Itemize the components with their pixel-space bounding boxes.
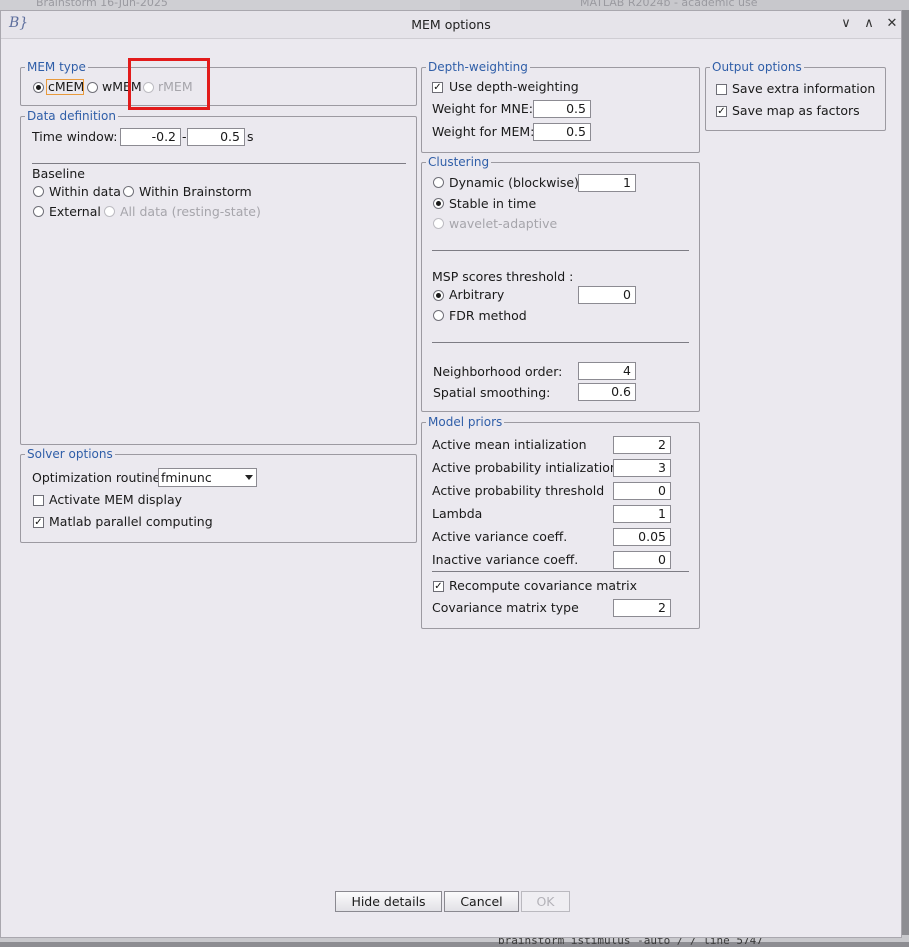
prior-field[interactable]: 0.05 [613,528,671,546]
data-definition-title: Data definition [25,109,118,123]
title-bar: B} MEM options ∨ ∧ ✕ [1,11,901,39]
prior-field[interactable]: 0 [613,482,671,500]
prior-field[interactable]: 1 [613,505,671,523]
model-priors-title: Model priors [426,415,505,429]
within-data-radio[interactable] [33,186,44,197]
weight-mem-label: Weight for MEM: [432,124,535,139]
chevron-down-icon [245,475,253,480]
covariance-type-field[interactable]: 2 [613,599,671,617]
spatial-smoothing-field[interactable]: 0.6 [578,383,636,401]
dynamic-blockwise-label[interactable]: Dynamic (blockwise) [449,175,579,191]
use-depth-weighting-label[interactable]: Use depth-weighting [449,79,579,95]
recompute-covariance-label[interactable]: Recompute covariance matrix [449,578,637,594]
external-label[interactable]: External [49,204,101,220]
mem-options-window: B} MEM options ∨ ∧ ✕ MEM type cMEM wMEM … [0,10,902,938]
fdr-method-label[interactable]: FDR method [449,308,527,324]
save-map-factors-label[interactable]: Save map as factors [732,103,860,119]
arbitrary-field[interactable]: 0 [578,286,636,304]
save-extra-info-checkbox[interactable] [716,84,727,95]
stable-in-time-radio[interactable] [433,198,444,209]
mem-type-title: MEM type [25,60,88,74]
activate-mem-display-checkbox[interactable] [33,495,44,506]
prior-label: Lambda [432,506,483,521]
time-window-label: Time window: [32,129,118,144]
all-data-radio[interactable] [104,206,115,217]
background-left-title: Brainstorm 16-Jun-2025 [36,0,168,9]
neighborhood-order-field[interactable]: 4 [578,362,636,380]
ok-button[interactable]: OK [521,891,570,912]
cmem-focus-outline [46,79,84,95]
time-dash: - [182,129,187,144]
cmem-radio[interactable] [33,82,44,93]
use-depth-weighting-checkbox[interactable]: ✓ [432,82,443,93]
minimize-icon[interactable]: ∨ [837,15,855,33]
clustering-separator-1 [432,250,689,251]
spatial-smoothing-label: Spatial smoothing: [433,385,551,400]
baseline-separator [32,163,406,164]
save-extra-info-label[interactable]: Save extra information [732,81,875,97]
optimization-routine-select[interactable]: fminunc [158,468,257,487]
recompute-covariance-checkbox[interactable]: ✓ [433,581,444,592]
window-title: MEM options [411,17,491,32]
optimization-routine-label: Optimization routine [32,470,161,485]
neighborhood-order-label: Neighborhood order: [433,364,563,379]
arbitrary-label[interactable]: Arbitrary [449,287,504,303]
activate-mem-display-label[interactable]: Activate MEM display [49,492,182,508]
wavelet-adaptive-radio[interactable] [433,218,444,229]
weight-mne-label: Weight for MNE: [432,101,533,116]
within-data-label[interactable]: Within data [49,184,121,200]
prior-label: Active probability intialization [432,460,618,475]
covariance-type-label: Covariance matrix type [432,600,579,615]
weight-mem-field[interactable]: 0.5 [533,123,591,141]
close-icon[interactable]: ✕ [883,15,901,33]
weight-mne-field[interactable]: 0.5 [533,100,591,118]
prior-label: Active variance coeff. [432,529,568,544]
solver-options-title: Solver options [25,447,115,461]
prior-label: Active mean intialization [432,437,587,452]
dynamic-blockwise-field[interactable]: 1 [578,174,636,192]
dynamic-blockwise-radio[interactable] [433,177,444,188]
prior-label: Active probability threshold [432,483,605,498]
wmem-radio[interactable] [87,82,98,93]
maximize-icon[interactable]: ∧ [860,15,878,33]
clustering-title: Clustering [426,155,492,169]
within-brainstorm-label[interactable]: Within Brainstorm [139,184,252,200]
all-data-label[interactable]: All data (resting-state) [120,204,261,220]
baseline-label: Baseline [32,166,85,181]
output-options-panel: Output options [705,60,886,131]
output-options-title: Output options [710,60,804,74]
prior-label: Inactive variance coeff. [432,552,579,567]
within-brainstorm-radio[interactable] [123,186,134,197]
optimization-routine-value: fminunc [161,470,212,485]
rmem-highlight-box [128,58,210,110]
time-end-field[interactable]: 0.5 [187,128,245,146]
time-unit-label: s [247,129,254,144]
prior-field[interactable]: 3 [613,459,671,477]
save-map-factors-checkbox[interactable]: ✓ [716,106,727,117]
time-start-field[interactable]: -0.2 [120,128,181,146]
model-priors-separator [432,571,689,572]
wavelet-adaptive-label[interactable]: wavelet-adaptive [449,216,557,232]
prior-field[interactable]: 2 [613,436,671,454]
prior-field[interactable]: 0 [613,551,671,569]
external-radio[interactable] [33,206,44,217]
cancel-button[interactable]: Cancel [444,891,519,912]
hide-details-button[interactable]: Hide details [335,891,442,912]
stable-in-time-label[interactable]: Stable in time [449,196,536,212]
fdr-method-radio[interactable] [433,310,444,321]
background-right-title: MATLAB R2024b - academic use [580,0,758,9]
parallel-computing-label[interactable]: Matlab parallel computing [49,514,213,530]
depth-weighting-title: Depth-weighting [426,60,530,74]
arbitrary-radio[interactable] [433,290,444,301]
parallel-computing-checkbox[interactable]: ✓ [33,517,44,528]
msp-threshold-label: MSP scores threshold : [432,269,574,284]
clustering-separator-2 [432,342,689,343]
